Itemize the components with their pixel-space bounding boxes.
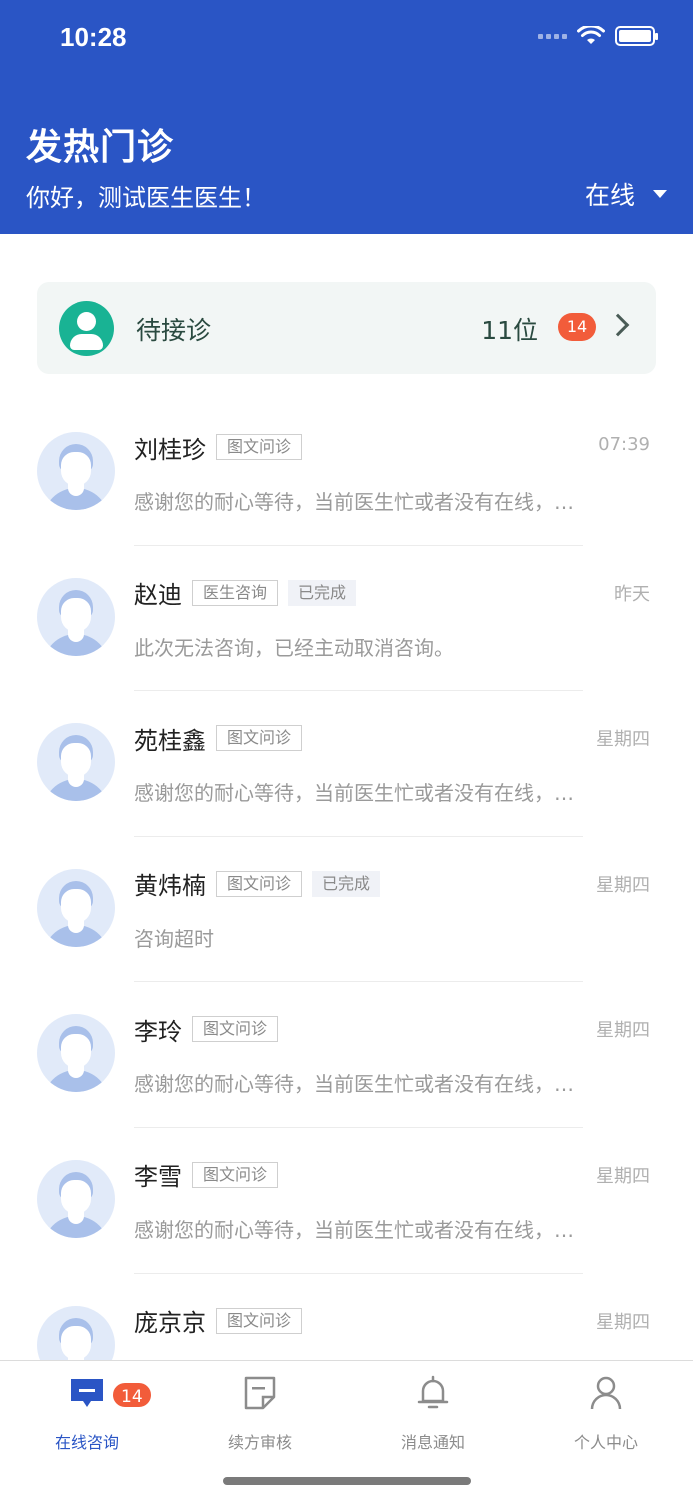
status-badge: 已完成 bbox=[288, 579, 357, 606]
patient-avatar bbox=[37, 1159, 115, 1238]
chevron-right-icon bbox=[606, 313, 630, 337]
timestamp: 昨天 bbox=[614, 583, 650, 605]
pending-badge: 14 bbox=[558, 313, 596, 341]
status-time: 10:28 bbox=[60, 22, 127, 52]
content-card: 待接诊 11位 14 刘桂珍 图文问诊 07:39 感谢您的耐心等待，当前医生忙… bbox=[0, 236, 693, 1384]
timestamp: 星期四 bbox=[596, 1020, 650, 1042]
tab-label: 在线咨询 bbox=[54, 1433, 119, 1452]
patient-name: 李玲 bbox=[134, 1017, 182, 1046]
consult-type-tag: 图文问诊 bbox=[216, 434, 303, 460]
header: 10:28 发热门诊 你好，测试医生医生！ 在线 bbox=[0, 0, 693, 234]
unread-badge: 14 bbox=[111, 1381, 153, 1409]
last-message: 此次无法咨询，已经主动取消咨询。 bbox=[134, 635, 454, 660]
list-item[interactable]: 李雪 图文问诊 星期四 感谢您的耐心等待，当前医生忙或者没有在线，请您稍后 bbox=[0, 1128, 693, 1274]
last-message: 感谢您的耐心等待，当前医生忙或者没有在线，请您稍后 bbox=[134, 1072, 580, 1097]
patient-name: 苑桂鑫 bbox=[134, 726, 206, 755]
consultation-list: 刘桂珍 图文问诊 07:39 感谢您的耐心等待，当前医生忙或者没有在线，请您稍后… bbox=[0, 400, 693, 1419]
list-item[interactable]: 刘桂珍 图文问诊 07:39 感谢您的耐心等待，当前医生忙或者没有在线，请您稍后 bbox=[0, 400, 693, 546]
user-avatar-icon bbox=[59, 301, 114, 356]
signal-icon bbox=[538, 33, 567, 39]
last-message: 感谢您的耐心等待，当前医生忙或者没有在线，请您稍后 bbox=[134, 1217, 580, 1242]
patient-avatar bbox=[37, 577, 115, 656]
list-item[interactable]: 黄炜楠 图文问诊 已完成 星期四 咨询超时 bbox=[0, 837, 693, 983]
consult-type-tag: 图文问诊 bbox=[192, 1016, 279, 1043]
patient-avatar bbox=[37, 723, 115, 802]
list-item[interactable]: 李玲 图文问诊 星期四 感谢您的耐心等待，当前医生忙或者没有在线，请您稍后 bbox=[0, 982, 693, 1128]
bell-icon bbox=[417, 1375, 449, 1409]
last-message: 感谢您的耐心等待，当前医生忙或者没有在线，请您稍后 bbox=[134, 490, 580, 514]
pending-count: 11位 bbox=[481, 316, 538, 345]
caret-down-icon bbox=[653, 190, 667, 198]
page-title: 发热门诊 bbox=[26, 127, 175, 168]
consult-type-tag: 图文问诊 bbox=[216, 725, 303, 752]
patient-name: 赵迪 bbox=[134, 581, 182, 610]
consult-type-tag: 图文问诊 bbox=[216, 1307, 303, 1334]
list-item[interactable]: 苑桂鑫 图文问诊 星期四 感谢您的耐心等待，当前医生忙或者没有在线，请您稍后 bbox=[0, 691, 693, 837]
prescription-icon bbox=[244, 1376, 276, 1410]
patient-name: 庞京京 bbox=[134, 1309, 206, 1338]
patient-avatar bbox=[37, 868, 115, 947]
chat-icon bbox=[71, 1379, 103, 1407]
consult-type-tag: 图文问诊 bbox=[216, 870, 303, 897]
tab-prescription-review[interactable]: 续方审核 bbox=[190, 1375, 330, 1453]
greeting-text: 你好，测试医生医生！ bbox=[26, 184, 266, 212]
status-badge: 已完成 bbox=[312, 870, 381, 897]
user-icon bbox=[590, 1376, 622, 1410]
tab-label: 续方审核 bbox=[227, 1433, 292, 1452]
wifi-icon bbox=[577, 26, 605, 44]
online-status-dropdown[interactable]: 在线 bbox=[585, 176, 667, 212]
battery-icon bbox=[615, 26, 658, 46]
online-status-label: 在线 bbox=[584, 181, 635, 210]
patient-name: 李雪 bbox=[134, 1163, 182, 1192]
tab-label: 个人中心 bbox=[573, 1433, 638, 1452]
tab-label: 消息通知 bbox=[400, 1433, 465, 1452]
patient-name: 刘桂珍 bbox=[134, 435, 206, 464]
pending-label: 待接诊 bbox=[136, 316, 212, 345]
timestamp: 星期四 bbox=[596, 729, 650, 751]
consult-type-tag: 医生咨询 bbox=[192, 579, 279, 606]
patient-avatar bbox=[37, 1014, 115, 1093]
pending-consultation-row[interactable]: 待接诊 11位 14 bbox=[37, 282, 656, 374]
patient-name: 黄炜楠 bbox=[134, 872, 206, 901]
last-message: 感谢您的耐心等待，当前医生忙或者没有在线，请您稍后 bbox=[134, 781, 580, 806]
list-item[interactable]: 赵迪 医生咨询 已完成 昨天 此次无法咨询，已经主动取消咨询。 bbox=[0, 546, 693, 692]
timestamp: 星期四 bbox=[596, 1311, 650, 1333]
status-icons bbox=[538, 26, 658, 46]
tab-personal-center[interactable]: 个人中心 bbox=[536, 1375, 676, 1453]
timestamp: 07:39 bbox=[598, 434, 650, 455]
patient-avatar bbox=[37, 432, 115, 510]
timestamp: 星期四 bbox=[596, 874, 650, 896]
timestamp: 星期四 bbox=[596, 1165, 650, 1187]
tab-online-consult[interactable]: 14 在线咨询 bbox=[17, 1375, 157, 1453]
last-message: 咨询超时 bbox=[134, 926, 214, 951]
home-indicator bbox=[223, 1477, 471, 1485]
tab-notifications[interactable]: 消息通知 bbox=[363, 1375, 503, 1453]
consult-type-tag: 图文问诊 bbox=[192, 1161, 279, 1188]
